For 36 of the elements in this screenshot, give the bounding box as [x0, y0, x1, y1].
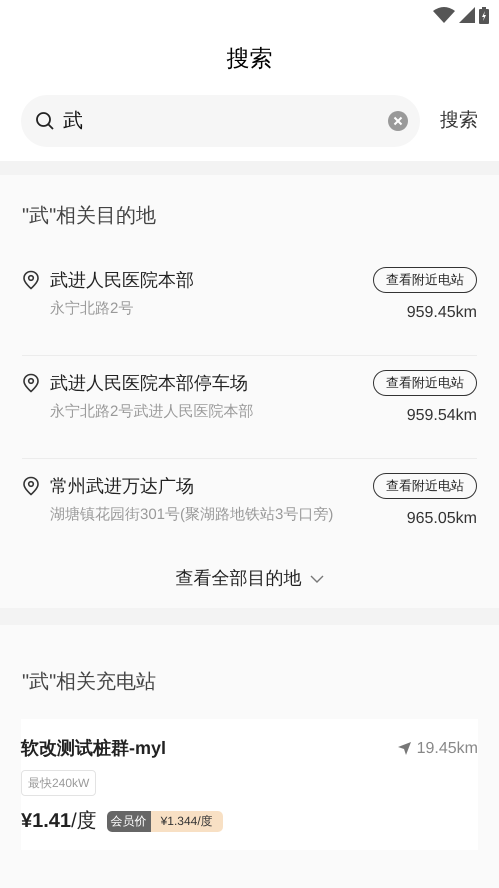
- search-icon: [35, 111, 55, 131]
- clear-icon[interactable]: [388, 111, 408, 131]
- nearby-stations-button[interactable]: 查看附近电站: [373, 473, 477, 499]
- navigation-arrow-icon: [398, 742, 411, 755]
- location-pin-icon: [22, 476, 40, 496]
- distance-text: 959.54km: [406, 406, 477, 426]
- chevron-down-icon: [310, 574, 324, 582]
- destination-name[interactable]: 武进人民医院本部: [50, 267, 343, 294]
- distance-text: 965.05km: [406, 509, 477, 529]
- search-field[interactable]: 武: [21, 95, 420, 147]
- destination-address: 湖塘镇花园街301号(聚湖路地铁站3号口旁): [50, 505, 334, 525]
- section-heading: "武"相关充电站: [22, 670, 158, 695]
- price-text: ¥1.41/度: [21, 809, 97, 834]
- search-button[interactable]: 搜索: [440, 106, 478, 136]
- page-title: 搜索: [226, 44, 272, 73]
- nearby-stations-button[interactable]: 查看附近电站: [373, 370, 477, 396]
- destination-address: 永宁北路2号: [50, 299, 134, 319]
- station-name: 软改测试桩群-myl: [21, 737, 166, 760]
- view-all-link[interactable]: 查看全部目的地: [176, 565, 324, 592]
- wifi-icon: [433, 7, 455, 23]
- search-input-text: 武: [63, 109, 84, 134]
- station-card[interactable]: 软改测试桩群-myl 19.45km 最快240kW ¥1.41/度 会员价 ¥1.344/度: [21, 719, 478, 850]
- member-price: ¥1.344/度: [150, 810, 223, 832]
- destination-name[interactable]: 武进人民医院本部停车场: [50, 370, 343, 397]
- destination-address: 永宁北路2号武进人民医院本部: [50, 402, 254, 422]
- distance-text: 959.45km: [406, 303, 477, 323]
- battery-icon: [479, 6, 489, 24]
- destination-name[interactable]: 常州武进万达广场: [50, 473, 343, 500]
- location-pin-icon: [22, 373, 40, 393]
- power-tag: 最快240kW: [21, 770, 96, 796]
- nearby-stations-button[interactable]: 查看附近电站: [373, 267, 477, 293]
- section-heading: "武"相关目的地: [22, 204, 158, 229]
- member-label: 会员价: [106, 810, 151, 832]
- signal-icon: [459, 7, 475, 23]
- location-pin-icon: [22, 270, 40, 290]
- station-distance: 19.45km: [416, 738, 478, 758]
